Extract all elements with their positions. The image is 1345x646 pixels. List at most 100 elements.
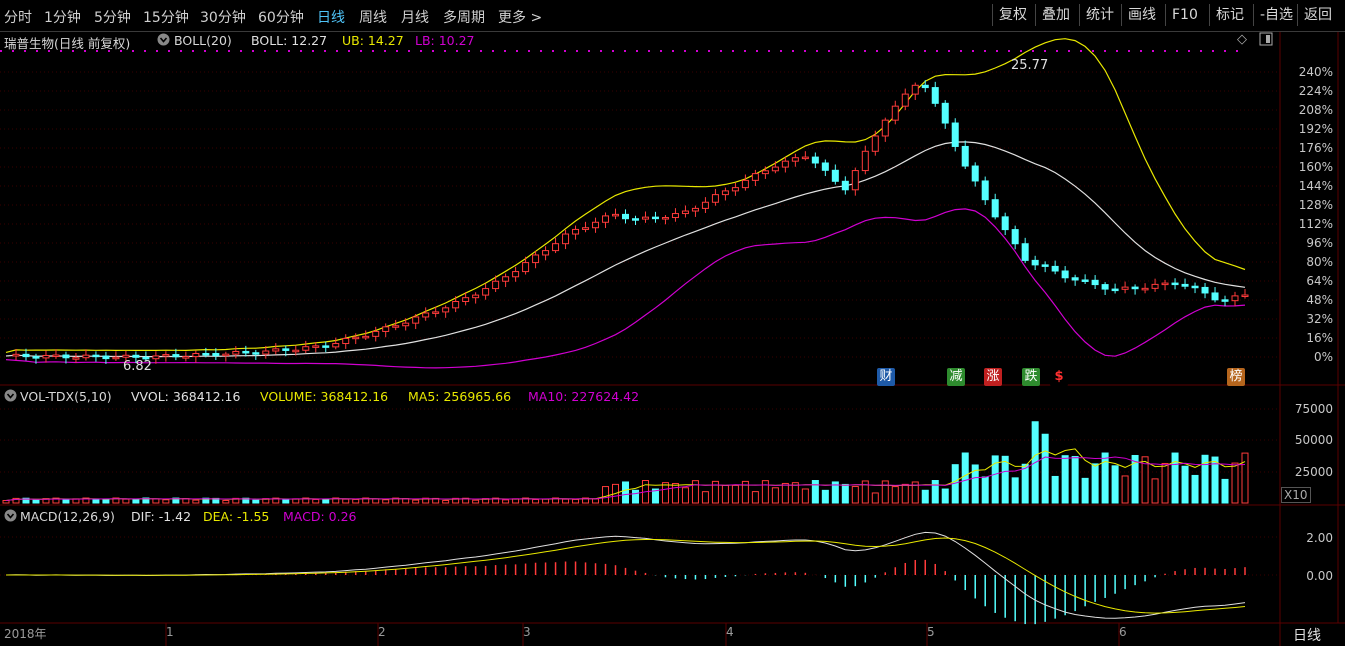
candle-body xyxy=(911,84,919,95)
x-axis-label: 2018年 xyxy=(4,627,47,641)
indicator-toggle-icon[interactable] xyxy=(157,33,170,49)
f10-button[interactable]: F10 xyxy=(1165,4,1204,26)
volume-bar xyxy=(1011,477,1019,504)
volume-bar xyxy=(931,480,939,504)
x-axis-label: 5 xyxy=(927,625,935,639)
volume-bar xyxy=(631,489,639,504)
marker-rise[interactable]: 涨 xyxy=(984,368,1002,386)
candle-body xyxy=(172,354,180,358)
candle-body xyxy=(1001,216,1009,231)
candle-body xyxy=(532,254,540,264)
marker-dollar[interactable]: $ xyxy=(1050,368,1068,386)
stock-title: 瑞普生物(日线 前复权) xyxy=(4,36,131,51)
period-tab-monthly[interactable]: 月线 xyxy=(401,7,429,27)
marker-reduce[interactable]: 减 xyxy=(947,368,965,386)
ub-value: UB: 14.27 xyxy=(342,33,404,48)
y-tick: 240% xyxy=(1298,65,1333,79)
marker-finance[interactable]: 财 xyxy=(877,368,895,386)
candle-body xyxy=(701,201,709,209)
top-toolbar: 分时 1分钟 5分钟 15分钟 30分钟 60分钟 日线 周线 月线 多周期 更… xyxy=(0,0,1345,32)
macd-toggle-icon[interactable] xyxy=(4,509,17,525)
mark-button[interactable]: 标记 xyxy=(1209,4,1250,26)
volume-bar xyxy=(811,480,819,504)
chart-canvas[interactable] xyxy=(0,0,1345,646)
volume-bar xyxy=(841,483,849,504)
y-tick: 32% xyxy=(1306,312,1333,326)
volume-bar xyxy=(252,499,260,504)
fuquan-button[interactable]: 复权 xyxy=(992,4,1033,26)
macd-y-tick: 2.00 xyxy=(1306,531,1333,545)
y-tick: 176% xyxy=(1298,141,1333,155)
candle-body xyxy=(232,350,240,355)
draw-line-button[interactable]: 画线 xyxy=(1121,4,1162,26)
period-tab-5min[interactable]: 5分钟 xyxy=(94,7,131,27)
candle-body xyxy=(552,243,560,252)
panel-toggle-icon[interactable] xyxy=(1259,32,1273,49)
period-tab-1min[interactable]: 1分钟 xyxy=(44,7,81,27)
candle-body xyxy=(392,325,400,328)
period-tab-15min[interactable]: 15分钟 xyxy=(143,7,189,27)
candle-body xyxy=(1141,287,1149,291)
candle-body xyxy=(661,217,669,220)
volume-bar xyxy=(961,452,969,504)
volume-bar xyxy=(1091,463,1099,504)
volume-bar xyxy=(442,499,450,504)
candle-body xyxy=(1181,283,1189,287)
watchlist-button[interactable]: -自选 xyxy=(1253,4,1299,26)
volume-bar xyxy=(1021,463,1029,504)
volume-bar xyxy=(602,486,610,504)
volume-bar xyxy=(1161,462,1169,504)
vol-toggle-icon[interactable] xyxy=(4,389,17,405)
marker-fall[interactable]: 跌 xyxy=(1022,368,1040,386)
candle-body xyxy=(1021,243,1029,261)
volume-bar xyxy=(162,499,170,504)
candle-body xyxy=(432,311,440,314)
period-tab-multi[interactable]: 多周期 xyxy=(443,7,485,27)
candle-body xyxy=(302,346,310,351)
candle-body xyxy=(512,271,520,278)
candle-body xyxy=(82,354,90,359)
candle-body xyxy=(831,169,839,182)
dif-value: DIF: -1.42 xyxy=(131,509,192,524)
candle-body xyxy=(791,157,799,162)
period-tab-30min[interactable]: 30分钟 xyxy=(200,7,246,27)
macd-indicator-name[interactable]: MACD(12,26,9) xyxy=(20,509,115,524)
stats-button[interactable]: 统计 xyxy=(1079,4,1120,26)
volume-bar xyxy=(1221,478,1229,504)
volume-bar xyxy=(1041,433,1049,504)
candle-body xyxy=(482,288,490,296)
period-tab-60min[interactable]: 60分钟 xyxy=(258,7,304,27)
marker-list[interactable]: 榜 xyxy=(1227,368,1245,386)
volume-bar xyxy=(542,498,550,504)
candle-body xyxy=(252,352,260,355)
candle-body xyxy=(681,210,689,215)
vol-y-tick: 75000 xyxy=(1294,402,1333,416)
period-tab-weekly[interactable]: 周线 xyxy=(359,7,387,27)
back-button[interactable]: 返回 xyxy=(1297,4,1338,26)
vol-unit-label: X10 xyxy=(1281,487,1311,503)
diamond-icon[interactable]: ◇ xyxy=(1237,32,1247,47)
candle-body xyxy=(72,357,80,360)
y-tick: 128% xyxy=(1298,198,1333,212)
volume-bar xyxy=(901,483,909,504)
candle-body xyxy=(1071,277,1079,281)
candle-body xyxy=(32,356,40,359)
volume-bar xyxy=(981,476,989,504)
volume-bar xyxy=(372,498,380,504)
period-tab-fenshi[interactable]: 分时 xyxy=(4,7,32,27)
volume-bar xyxy=(352,498,360,504)
candle-body xyxy=(821,162,829,171)
overlay-button[interactable]: 叠加 xyxy=(1035,4,1076,26)
boll-indicator-name[interactable]: BOLL(20) xyxy=(174,33,232,48)
period-tab-more[interactable]: 更多 > xyxy=(498,7,542,27)
candle-body xyxy=(1121,286,1129,290)
y-tick: 16% xyxy=(1306,331,1333,345)
candle-body xyxy=(691,207,699,212)
vol-indicator-name[interactable]: VOL-TDX(5,10) xyxy=(20,389,112,404)
volume-bar xyxy=(62,499,70,504)
volume-bar xyxy=(851,486,859,504)
candle-body xyxy=(442,307,450,313)
high-price-label: 25.77 xyxy=(1011,58,1049,73)
period-tab-daily[interactable]: 日线 xyxy=(317,7,345,27)
candle-body xyxy=(592,221,600,229)
